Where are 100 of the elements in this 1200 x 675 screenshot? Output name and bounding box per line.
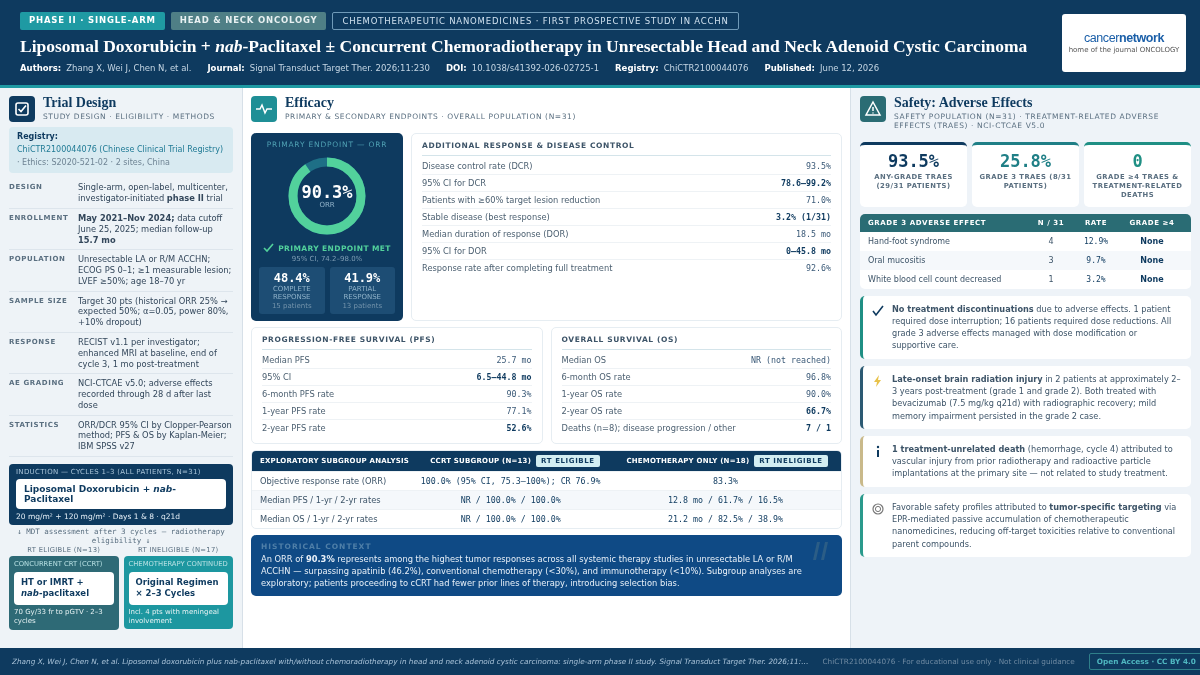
field-text: ORR/DCR 95% CI by Clopper-Pearson method; PFS & OS by Kaplan-Meier; IBM SPSS v27 bbox=[78, 419, 233, 452]
note-text: No treatment discontinuations due to adverse effects. 1 patient required dose interruption; 16 patients required dose reductions. All grade 3 adverse effects managed with dose modification or supportive care. bbox=[892, 302, 1173, 352]
row-label: Stable disease (best response) bbox=[422, 212, 550, 222]
table-cell-text: None bbox=[1139, 255, 1165, 265]
section-title: Safety: Adverse Effects bbox=[894, 96, 1034, 110]
registry-value: ChiCTR2100044076 (Chinese Clinical Trial Registry) bbox=[17, 144, 225, 156]
page-title: Liposomal Doxorubicin + nab-Paclitaxel ± Concurrent Chemoradiotherapy in Unresectable Head and Neck Adenoid Cystic Carcinoma bbox=[20, 36, 1029, 57]
registry-label: Registry: bbox=[17, 132, 59, 143]
field-text: Unresectable LA or R/M ACCHN; ECOG PS 0–1; ≥1 measurable lesion; LVEF ≥50%; age 18–70 yr bbox=[78, 254, 233, 287]
row-value: 96.8% bbox=[806, 371, 831, 382]
stat-value: 93.5% bbox=[886, 151, 941, 171]
row-label: Disease control rate (DCR) bbox=[422, 161, 533, 171]
table-cell-text: 12.9% bbox=[1082, 236, 1110, 246]
row-label: 95% CI bbox=[262, 371, 292, 382]
section-title: Efficacy bbox=[285, 96, 335, 110]
section-icon bbox=[860, 96, 886, 122]
row-value: 3.2% (1/31) bbox=[776, 212, 831, 222]
meta-label: Published: bbox=[764, 63, 815, 73]
row-value: NR (not reached) bbox=[751, 354, 831, 365]
registry-note: · Ethics: S2020-521-02 · 2 sites, China bbox=[17, 157, 171, 169]
meta-value: ChiCTR2100044076 bbox=[663, 63, 749, 73]
table-cell-text: 100.0% (95% CI, 75.3–100%); CR 76.9% bbox=[419, 475, 602, 486]
tile-value: 48.4% bbox=[272, 271, 311, 285]
tag-chip: PHASE II · SINGLE-ARM bbox=[20, 12, 165, 30]
regimen-card: Liposomal Doxorubicin + nab-Paclitaxel bbox=[16, 479, 226, 509]
section-icon bbox=[9, 96, 35, 122]
meta-label: Registry: bbox=[615, 63, 659, 73]
row-label: 1-year OS rate bbox=[561, 388, 623, 399]
tile-value: 41.9% bbox=[343, 271, 382, 285]
row-value: 52.6% bbox=[506, 422, 532, 433]
table-cell-text: 12.8 mo / 61.7% / 16.5% bbox=[667, 494, 784, 505]
stat-value: 25.8% bbox=[998, 151, 1053, 171]
row-label: Deaths (n=8); disease progression / other bbox=[561, 422, 736, 433]
table-cell-text: Median OS / 1-yr / 2-yr rates bbox=[260, 513, 379, 524]
check-icon bbox=[872, 304, 884, 317]
table-cell-text: Objective response rate (ORR) bbox=[260, 475, 388, 486]
meta-label: Authors: bbox=[20, 63, 62, 73]
row-value: 90.0% bbox=[806, 388, 831, 399]
row-label: 6-month PFS rate bbox=[262, 388, 335, 399]
table-cell-text: 3 bbox=[1047, 255, 1055, 265]
row-value: 25.7 mo bbox=[496, 354, 532, 365]
row-value: 77.1% bbox=[506, 405, 532, 416]
tag-chip: HEAD & NECK ONCOLOGY bbox=[170, 12, 327, 30]
table-cell-text: 1 bbox=[1047, 274, 1055, 284]
row-label: Patients with ≥60% target lesion reduction bbox=[422, 195, 601, 205]
field-text: NCI-CTCAE v5.0; adverse effects recorded through 28 d after last dose bbox=[78, 378, 214, 411]
field-text: Single-arm, open-label, multicenter, investigator-initiated phase II trial bbox=[78, 182, 229, 204]
row-value: 93.5% bbox=[806, 161, 831, 171]
table-cell-text: NR / 100.0% / 100.0% bbox=[459, 513, 562, 524]
field-text: May 2021–Nov 2024; data cutoff June 25, 2025; median follow-up 15.7 mo bbox=[78, 212, 224, 246]
orr-value: 90.3% bbox=[301, 183, 353, 201]
table-cell-text: 21.2 mo / 82.5% / 38.9% bbox=[667, 513, 784, 524]
row-label: Median PFS bbox=[262, 354, 310, 365]
note-text: 1 treatment-unrelated death (hemorrhage, cycle 4) attributed to vascular injury from prior radiotherapy and radioactive particle implantations at the primary site — not related to study treatment. bbox=[892, 442, 1174, 480]
row-label: 1-year PFS rate bbox=[262, 405, 326, 416]
meta-value: Zhang X, Wei J, Chen N, et al. bbox=[66, 63, 192, 73]
meta-label: DOI: bbox=[445, 63, 467, 73]
meta-value: June 12, 2026 bbox=[820, 63, 880, 73]
table-cell-text: Median PFS / 1-yr / 2-yr rates bbox=[260, 494, 382, 505]
tag-chip: CHEMOTHERAPEUTIC NANOMEDICINES · FIRST PROSPECTIVE STUDY IN ACCHN bbox=[332, 12, 739, 30]
row-value: 78.6–99.2% bbox=[781, 178, 831, 188]
table-cell-text: None bbox=[1139, 236, 1165, 246]
table-cell-text: 3.2% bbox=[1085, 274, 1107, 284]
meta-label: Journal: bbox=[207, 63, 245, 73]
lightning-icon bbox=[872, 374, 884, 387]
row-label: 2-year PFS rate bbox=[262, 422, 326, 433]
stat-value: 0 bbox=[1131, 151, 1144, 171]
row-label: Response rate after completing full treatment bbox=[422, 263, 613, 273]
row-label: 95% CI for DOR bbox=[422, 246, 487, 256]
target-icon bbox=[872, 502, 884, 515]
regimen-card: Original Regimen × 2–3 Cycles bbox=[128, 571, 228, 605]
section-icon bbox=[251, 96, 277, 122]
table-cell-text: 83.3% bbox=[712, 475, 740, 486]
table-cell-text: 4 bbox=[1047, 236, 1055, 246]
table-cell-text: None bbox=[1139, 274, 1165, 284]
note-text: Late-onset brain radiation injury in 2 patients at approximately 2–3 years post-treatment (grade 1 and grade 2). Both treated with bevacizumab (7.5 mg/kg q21d) with radiographic recovery; mild memory impairment persisted in the grade 2 case. bbox=[892, 372, 1182, 422]
row-label: 95% CI for DCR bbox=[422, 178, 486, 188]
row-value: 71.0% bbox=[806, 195, 831, 205]
note-text: Favorable safety profiles attributed to tumor-specific targeting via EPR-mediated passive accumulation of chemotherapeutic nanomedicines, reducing off-target toxicities relative to conventional parent compounds. bbox=[892, 500, 1178, 550]
table-cell-text: 9.7% bbox=[1085, 255, 1107, 265]
row-value: 7 / 1 bbox=[806, 422, 831, 433]
table-cell-text: Hand-foot syndrome bbox=[868, 236, 951, 246]
meta-value: Signal Transduct Target Ther. 2026;11:230 bbox=[249, 63, 430, 73]
check-icon bbox=[263, 243, 275, 253]
field-text: RECIST v1.1 per investigator; enhanced MRI at baseline, end of cycle 3, 1 mo post-treatment bbox=[78, 337, 218, 370]
row-label: 6-month OS rate bbox=[561, 371, 631, 382]
field-text: Target 30 pts (historical ORR 25% → expected 50%; α=0.05, power 80%, +10% dropout) bbox=[78, 295, 230, 328]
row-value: 90.3% bbox=[506, 388, 532, 399]
row-label: Median duration of response (DOR) bbox=[422, 229, 569, 239]
section-title: Trial Design bbox=[43, 96, 118, 110]
row-label: 2-year OS rate bbox=[561, 405, 623, 416]
context-text: An ORR of 90.3% represents among the highest tumor responses across all systemic therapy studies in unresectable LA or R/M ACCHN — surpassing apatinib (46.2%), conventional chemotherapy (<30%), and immunotherapy (<10%). Subgroup analyses are exploratory; patients proceeding to cCRT had fewer prior lines of therapy, introducing selection bias. bbox=[261, 552, 803, 589]
regimen-card: HT or IMRT + nab-paclitaxel bbox=[14, 571, 114, 605]
row-value: 6.5–44.8 mo bbox=[476, 371, 532, 382]
row-value: 18.5 mo bbox=[796, 229, 831, 239]
table-cell-text: White blood cell count decreased bbox=[868, 274, 1003, 284]
row-value: 0–45.8 mo bbox=[786, 246, 831, 256]
row-value: 92.6% bbox=[806, 263, 831, 273]
row-label: Median OS bbox=[561, 354, 607, 365]
table-cell-text: NR / 100.0% / 100.0% bbox=[459, 494, 562, 505]
